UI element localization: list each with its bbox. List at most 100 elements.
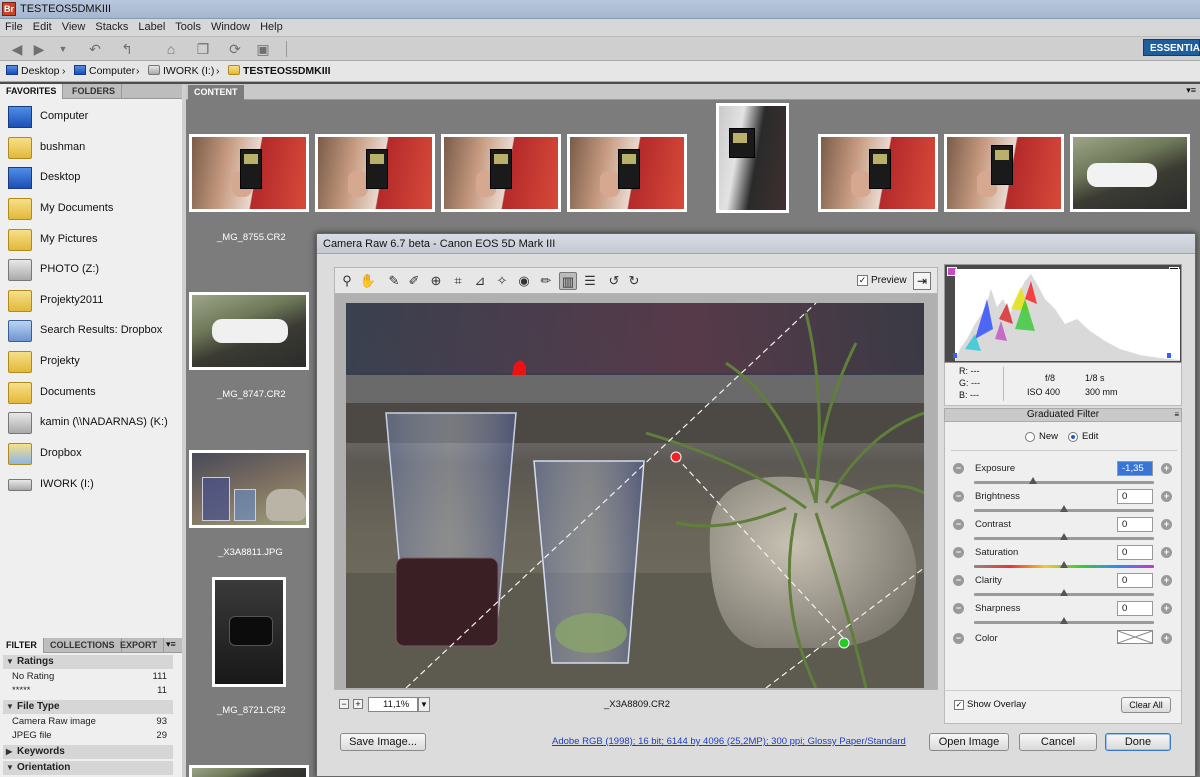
- mode-new-radio[interactable]: [1025, 432, 1035, 442]
- favorite-search-results[interactable]: Search Results: Dropbox: [8, 318, 178, 344]
- saturation-value-field[interactable]: 0: [1117, 545, 1153, 560]
- thumbnail[interactable]: [189, 765, 309, 777]
- favorite-dropbox[interactable]: Dropbox: [8, 441, 178, 467]
- minus-icon[interactable]: −: [953, 575, 964, 586]
- forward-icon[interactable]: ▶: [30, 40, 48, 58]
- image-preview-area[interactable]: [334, 293, 938, 690]
- menu-file[interactable]: File: [0, 19, 28, 33]
- slider-clarity[interactable]: − Clarity 0 +: [953, 571, 1175, 599]
- thumbnail[interactable]: [1070, 134, 1190, 212]
- cancel-button[interactable]: Cancel: [1019, 733, 1097, 751]
- brightness-value-field[interactable]: 0: [1117, 489, 1153, 504]
- targeted-adjustment-tool-icon[interactable]: ⊕: [427, 272, 445, 290]
- zoom-in-icon[interactable]: +: [353, 699, 363, 709]
- red-eye-tool-icon[interactable]: ◉: [515, 272, 533, 290]
- favorite-projekty[interactable]: Projekty: [8, 349, 178, 375]
- thumbnail[interactable]: [716, 103, 789, 213]
- slider-brightness[interactable]: − Brightness 0 +: [953, 487, 1175, 515]
- thumbnail[interactable]: [189, 292, 309, 370]
- filter-group-keywords[interactable]: ▶ Keywords: [3, 745, 173, 759]
- slider-thumb[interactable]: [1029, 477, 1038, 484]
- slider-thumb[interactable]: [1060, 533, 1068, 540]
- adjustment-brush-icon[interactable]: ✏: [537, 272, 555, 290]
- menu-help[interactable]: Help: [255, 19, 288, 33]
- minus-icon[interactable]: −: [953, 633, 964, 644]
- favorite-kamin-drive[interactable]: kamin (\\NADARNAS) (K:): [8, 410, 178, 436]
- menu-label[interactable]: Label: [133, 19, 170, 33]
- exposure-value-field[interactable]: -1,35: [1117, 461, 1153, 476]
- menu-view[interactable]: View: [57, 19, 91, 33]
- menu-edit[interactable]: Edit: [28, 19, 57, 33]
- mode-edit-radio[interactable]: [1068, 432, 1078, 442]
- minus-icon[interactable]: −: [953, 463, 964, 474]
- tab-folders[interactable]: FOLDERS: [66, 84, 123, 99]
- fullscreen-toggle-icon[interactable]: ⇥: [913, 272, 931, 290]
- favorite-bushman[interactable]: bushman: [8, 135, 178, 161]
- filter-group-file-type[interactable]: ▼ File Type: [3, 700, 173, 714]
- crop-tool-icon[interactable]: ⌗: [449, 272, 467, 290]
- crumb-computer[interactable]: Computer: [74, 65, 135, 77]
- sharpness-value-field[interactable]: 0: [1117, 601, 1153, 616]
- panel-menu-icon[interactable]: ▾≡: [166, 639, 176, 650]
- filter-group-orientation[interactable]: ▼ Orientation: [3, 761, 173, 775]
- thumbnail[interactable]: [818, 134, 938, 212]
- zoom-level-field[interactable]: 11,1%: [368, 697, 418, 712]
- crumb-desktop[interactable]: Desktop: [6, 65, 60, 77]
- crumb-iwork[interactable]: IWORK (I:): [148, 65, 214, 77]
- done-button[interactable]: Done: [1105, 733, 1171, 751]
- filter-end-pin[interactable]: [838, 637, 850, 649]
- rotate-left-icon[interactable]: ↺: [605, 272, 623, 290]
- favorite-my-documents[interactable]: My Documents: [8, 196, 178, 222]
- go-up-icon[interactable]: ↶: [86, 40, 104, 58]
- minus-icon[interactable]: −: [953, 603, 964, 614]
- slider-saturation[interactable]: − Saturation 0 +: [953, 543, 1175, 571]
- plus-icon[interactable]: +: [1161, 463, 1172, 474]
- slider-exposure[interactable]: − Exposure -1,35 +: [953, 459, 1175, 487]
- workspace-essentials-button[interactable]: ESSENTIAL: [1143, 39, 1200, 56]
- panel-menu-icon[interactable]: ▾≡: [1186, 85, 1196, 96]
- thumbnail[interactable]: [189, 450, 309, 528]
- workflow-options-link[interactable]: Adobe RGB (1998); 16 bit; 6144 by 4096 (…: [552, 736, 906, 747]
- tab-filter[interactable]: FILTER: [0, 638, 44, 653]
- contrast-value-field[interactable]: 0: [1117, 517, 1153, 532]
- menu-stacks[interactable]: Stacks: [90, 19, 133, 33]
- plus-icon[interactable]: +: [1161, 491, 1172, 502]
- panel-menu-icon[interactable]: ≡: [1174, 409, 1179, 421]
- zoom-out-icon[interactable]: −: [339, 699, 349, 709]
- favorite-computer[interactable]: Computer: [8, 104, 178, 130]
- minus-icon[interactable]: −: [953, 491, 964, 502]
- tab-content[interactable]: CONTENT: [188, 85, 244, 100]
- rotate-icon[interactable]: ⟳: [226, 40, 244, 58]
- filter-group-ratings[interactable]: ▼ Ratings: [3, 655, 173, 669]
- filter-start-pin[interactable]: [670, 451, 682, 463]
- plus-icon[interactable]: +: [1161, 519, 1172, 530]
- tab-export[interactable]: EXPORT: [114, 638, 165, 653]
- rotate-right-icon[interactable]: ↻: [625, 272, 643, 290]
- favorite-documents[interactable]: Documents: [8, 380, 178, 406]
- crumb-current-folder[interactable]: TESTEOS5DMKIII: [228, 65, 331, 77]
- slider-contrast[interactable]: − Contrast 0 +: [953, 515, 1175, 543]
- menu-window[interactable]: Window: [206, 19, 255, 33]
- favorite-iwork-drive[interactable]: IWORK (I:): [8, 472, 178, 498]
- menu-tools[interactable]: Tools: [170, 19, 206, 33]
- back-icon[interactable]: ◀: [8, 40, 26, 58]
- tab-favorites[interactable]: FAVORITES: [0, 84, 64, 99]
- get-photos-icon[interactable]: ⌂: [162, 40, 180, 58]
- filter-row-five-stars[interactable]: ***** 11: [3, 684, 173, 697]
- output-icon[interactable]: ▣: [254, 40, 272, 58]
- show-overlay-checkbox[interactable]: ✓: [954, 700, 964, 710]
- refine-icon[interactable]: ❐: [194, 40, 212, 58]
- graduated-filter-icon[interactable]: ▥: [559, 272, 577, 290]
- slider-thumb[interactable]: [1060, 617, 1068, 624]
- zoom-tool-icon[interactable]: ⚲: [338, 272, 356, 290]
- filter-row-jpeg[interactable]: JPEG file 29: [3, 729, 173, 742]
- favorite-projekty2011[interactable]: Projekty2011: [8, 288, 178, 314]
- open-image-button[interactable]: Open Image: [929, 733, 1009, 751]
- history-dropdown-icon[interactable]: ▼: [54, 40, 72, 58]
- favorite-desktop[interactable]: Desktop: [8, 165, 178, 191]
- plus-icon[interactable]: +: [1161, 547, 1172, 558]
- thumbnail[interactable]: [441, 134, 561, 212]
- minus-icon[interactable]: −: [953, 519, 964, 530]
- color-row[interactable]: − Color +: [953, 629, 1175, 657]
- thumbnail[interactable]: [567, 134, 687, 212]
